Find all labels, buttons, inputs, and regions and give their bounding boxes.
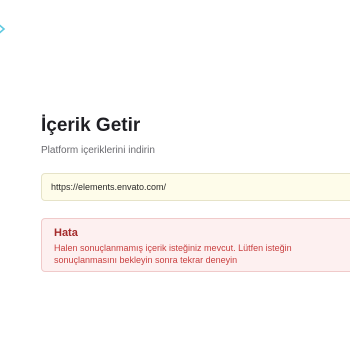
error-message: Halen sonuçlanmamış içerik isteğiniz mev… bbox=[54, 243, 292, 265]
page-title: İçerik Getir bbox=[41, 115, 141, 136]
page-subtitle: Platform içeriklerini indirin bbox=[41, 145, 155, 156]
error-title: Hata bbox=[54, 227, 78, 239]
error-alert: Hata Halen sonuçlanmamış içerik isteğini… bbox=[41, 218, 350, 272]
envato-leaf-icon[interactable] bbox=[0, 22, 6, 36]
url-input[interactable] bbox=[41, 173, 350, 201]
